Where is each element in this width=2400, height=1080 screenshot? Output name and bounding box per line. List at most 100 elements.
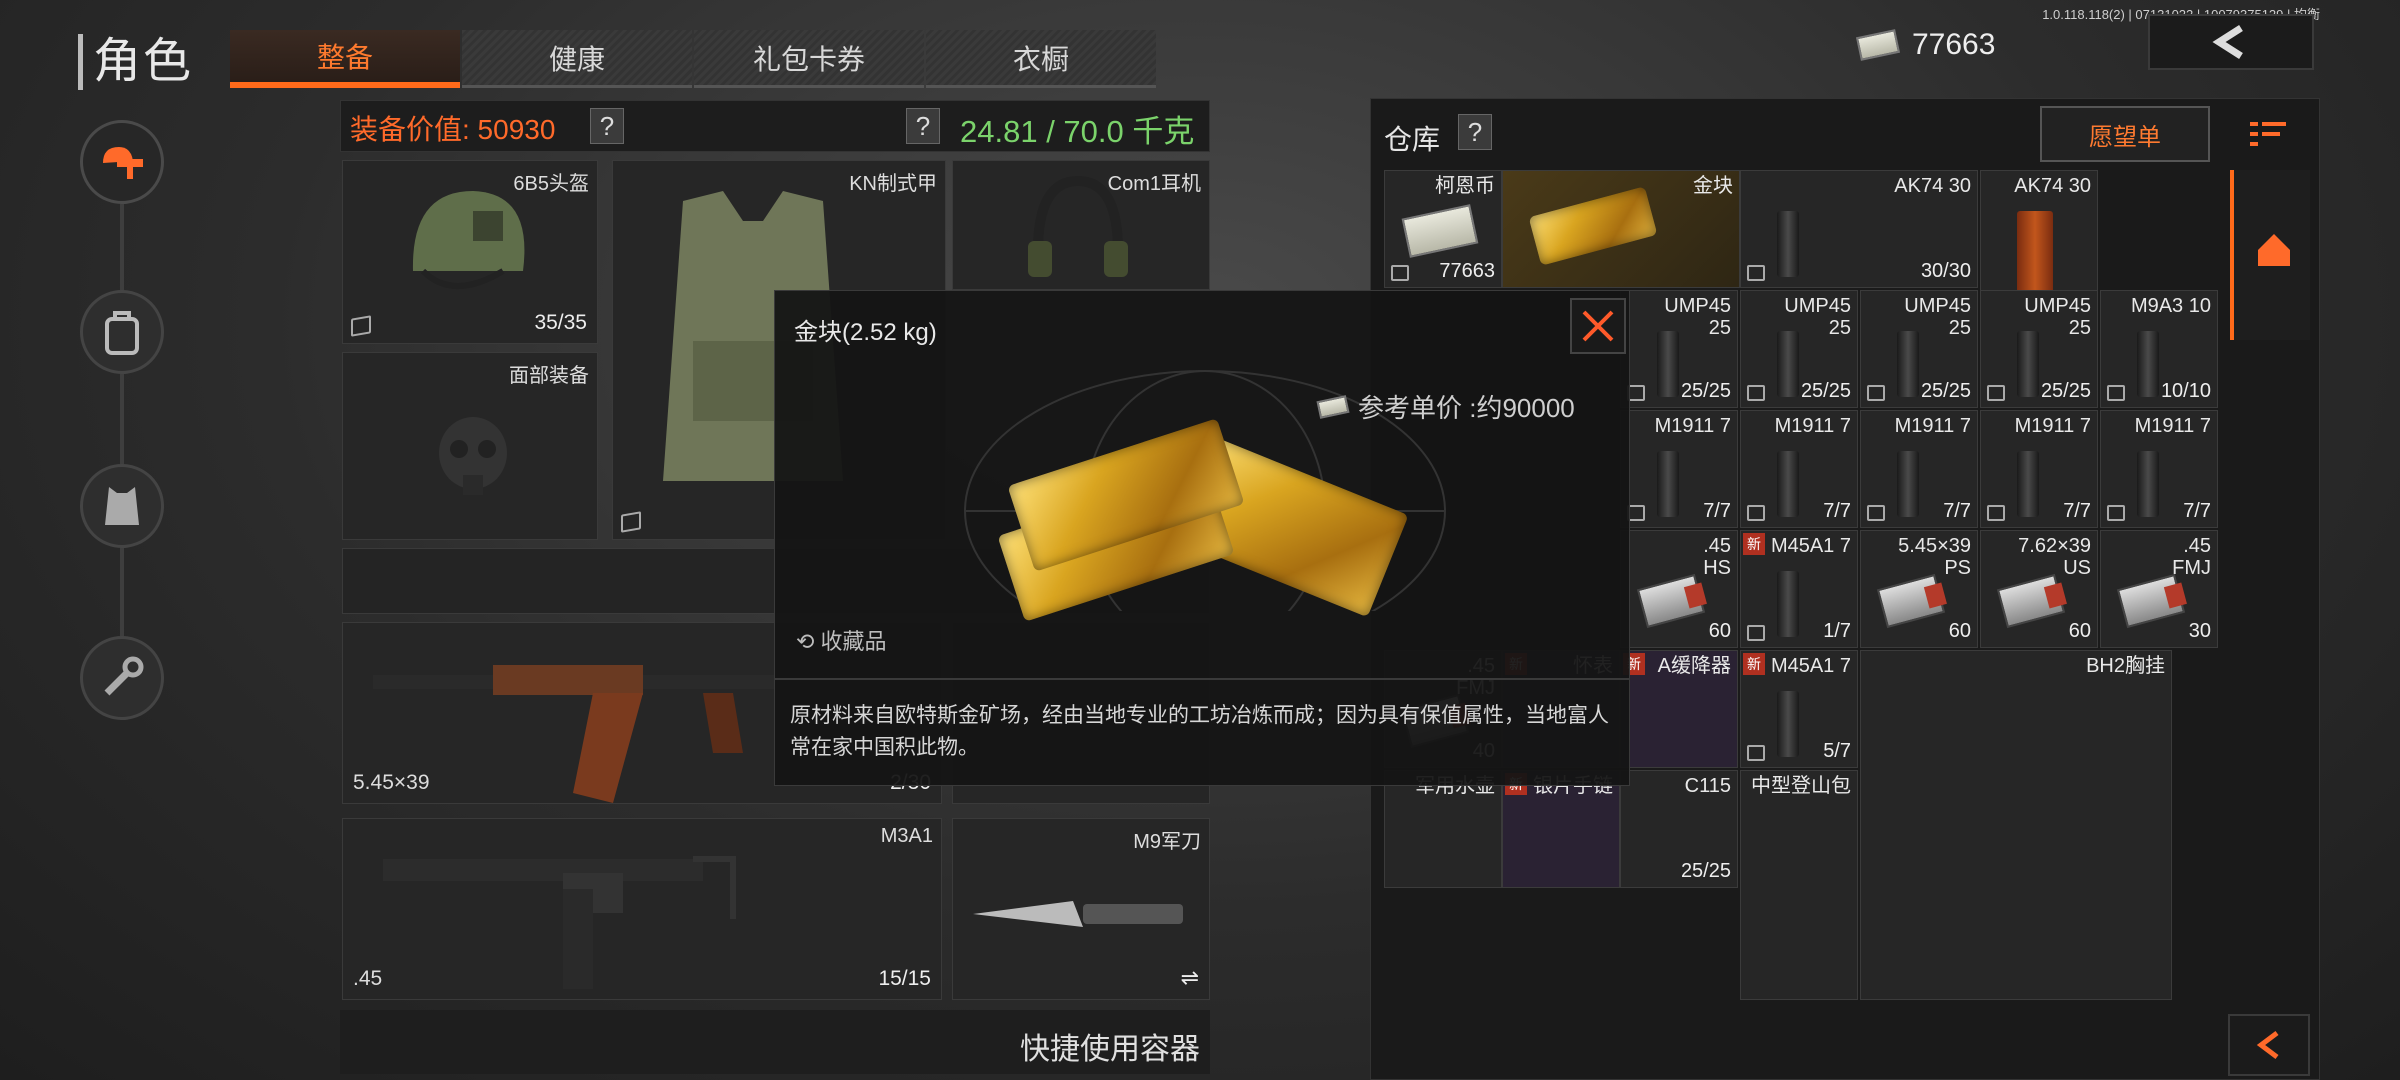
item-count: 60 [2068,620,2091,642]
storage-icon [2107,505,2125,521]
item-count: 25/25 [1680,380,1731,402]
item-count: 25/25 [1680,860,1731,882]
weight-display: 24.81 / 70.0 千克 [960,114,1195,149]
headset-icon [1028,175,1128,277]
tab-loadout[interactable]: 整备 [230,30,460,88]
quick-container-label: 快捷使用容器 [1020,1033,1200,1066]
rifle-icon [373,665,813,803]
nav-tools[interactable] [80,636,164,720]
storage-icon [1987,385,2005,401]
warehouse-cell[interactable]: C115 25/25 [1620,770,1738,888]
tab-gift-cards[interactable]: 礼包卡券 [694,30,924,88]
item-count: 7/7 [2063,500,2091,522]
warehouse-cell[interactable]: M1911 7 7/7 [1740,410,1858,528]
magazine-icon [1777,331,1799,397]
warehouse-cell[interactable]: M1911 7 7/7 [1860,410,1978,528]
warehouse-cell[interactable]: BH2胸挂 [1860,650,2172,1000]
tab-wardrobe[interactable]: 衣橱 [926,30,1156,88]
warehouse-cell[interactable]: 金块 [1502,170,1740,288]
warehouse-cell[interactable]: UMP45 25 25/25 [1980,290,2098,408]
smg-icon [383,856,736,989]
new-badge: 新 [1743,533,1765,555]
item-name: M1911 7 [1774,415,1851,437]
item-count: 1/7 [1823,620,1851,642]
storage-icon [2107,385,2125,401]
warehouse-cell[interactable]: .45 FMJ 30 [2100,530,2218,648]
popup-title: 金块(2.52 kg) [794,319,937,346]
nav-backpack[interactable] [80,290,164,374]
warehouse-cell[interactable]: A缓降器新 [1620,650,1738,768]
storage-icon [351,315,371,337]
item-name: M45A1 7 [1770,655,1851,677]
magazine-icon [1777,211,1799,277]
magazine-icon [1777,691,1799,757]
face-slot[interactable]: 面部装备 [342,352,598,540]
item-count: 25/25 [2040,380,2091,402]
warehouse-cell[interactable]: M1911 7 7/7 [1980,410,2098,528]
item-count: 5/7 [1823,740,1851,762]
storage-icon [1747,505,1765,521]
cash-stack-icon [1401,204,1479,258]
cash-icon [1855,29,1901,61]
warehouse-cell[interactable]: AK74 30 30/30 [1740,170,1978,288]
gold-bar-icon [1528,186,1658,266]
magazine-icon [2017,451,2039,517]
warehouse-cell[interactable]: M1911 7 7/7 [1620,410,1738,528]
helmet-gun-icon [103,147,143,179]
secondary-name: M3A1 [880,825,933,847]
knife-slot[interactable]: M9军刀 ⇌ [952,818,1210,1000]
item-name: .45 FMJ [2172,535,2211,579]
item-count: 60 [1708,620,1731,642]
back-button[interactable] [2148,14,2314,70]
sort-icon[interactable] [2248,114,2292,154]
swap-icon[interactable]: ⇌ [1181,965,1199,991]
value-help-button[interactable]: ? [590,108,624,144]
storage-icon [1987,505,2005,521]
magazine-icon [2017,331,2039,397]
warehouse-cell[interactable]: UMP45 25 25/25 [1860,290,1978,408]
item-name: BH2胸挂 [2086,655,2165,677]
warehouse-cell[interactable]: M45A1 7 5/7 新 [1740,650,1858,768]
warehouse-cell[interactable]: 军用水壶 [1384,770,1502,888]
collapse-button[interactable] [2228,1014,2310,1076]
warehouse-cell[interactable]: 银片手链新 [1502,770,1620,888]
collectible-icon: ⟲ [796,629,821,654]
item-name: M45A1 7 [1770,535,1851,557]
warehouse-side-tab[interactable] [2230,170,2310,340]
item-count: 7/7 [1823,500,1851,522]
wishlist-button[interactable]: 愿望单 [2040,106,2210,162]
warehouse-cell[interactable]: 中型登山包 [1740,770,1858,1000]
popup-description: 原材料来自欧特斯金矿场，经由当地专业的工坊冶炼而成；因为具有保值属性，当地富人常… [790,704,1609,759]
warehouse-cell[interactable]: UMP45 25 25/25 [1740,290,1858,408]
warehouse-cell[interactable]: M45A1 7 1/7 新 [1740,530,1858,648]
warehouse-cell[interactable]: M9A3 10 10/10 [2100,290,2218,408]
helmet-slot[interactable]: 6B5头盔 35/35 [342,160,598,344]
warehouse-cell[interactable]: UMP45 25 25/25 [1620,290,1738,408]
warehouse-help-button[interactable]: ? [1458,114,1492,150]
warehouse-cell[interactable]: .45 HS 60 [1620,530,1738,648]
vest-icon [105,487,139,525]
ammo-box-icon [2116,573,2186,629]
item-count: 60 [1948,620,1971,642]
magazine-icon [1657,451,1679,517]
popup-close-button[interactable] [1570,298,1626,354]
new-badge: 新 [1743,653,1765,675]
nav-rig[interactable] [80,464,164,548]
item-name: AK74 30 [2014,175,2091,197]
storage-icon [1747,745,1765,761]
warehouse-cell[interactable]: 7.62×39 US 60 [1980,530,2098,648]
magazine-icon [1777,571,1799,637]
gas-mask-icon [439,417,507,495]
secondary-weapon-slot[interactable]: M3A1 .45 15/15 [342,818,942,1000]
item-name: 7.62×39 US [2018,535,2091,579]
warehouse-cell[interactable]: 5.45×39 PS 60 [1860,530,1978,648]
warehouse-cell[interactable]: 柯恩币 77663 [1384,170,1502,288]
helmet-icon [412,191,525,289]
headset-slot[interactable]: Com1耳机 [952,160,1210,290]
storage-icon [621,511,641,533]
weight-help-button[interactable]: ? [906,108,940,144]
warehouse-cell[interactable]: M1911 7 7/7 [2100,410,2218,528]
tab-health[interactable]: 健康 [462,30,692,88]
magazine-icon [2137,331,2159,397]
nav-gear[interactable] [80,120,164,204]
